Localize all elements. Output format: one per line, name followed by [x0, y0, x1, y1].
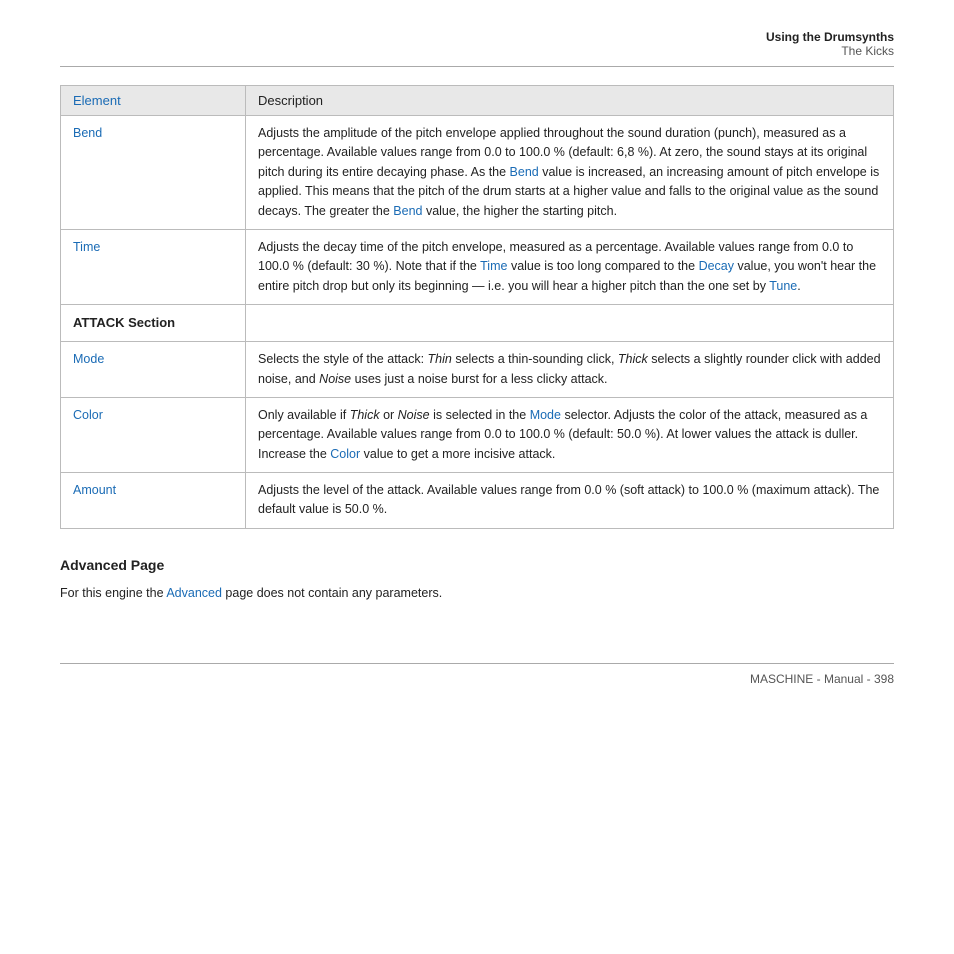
table-row: ColorOnly available if Thick or Noise is… [61, 397, 894, 472]
advanced-section-text: For this engine the Advanced page does n… [60, 583, 894, 603]
parameter-table: Element Description BendAdjusts the ampl… [60, 85, 894, 529]
description-cell: Adjusts the decay time of the pitch enve… [246, 229, 894, 304]
desc-italic-thick: Thick [618, 352, 648, 366]
description-cell: Only available if Thick or Noise is sele… [246, 397, 894, 472]
element-cell[interactable]: Time [61, 229, 246, 304]
description-cell: Adjusts the amplitude of the pitch envel… [246, 116, 894, 230]
advanced-link[interactable]: Advanced [166, 586, 222, 600]
desc-italic-noise: Noise [319, 372, 351, 386]
desc-link-color[interactable]: Color [330, 447, 360, 461]
advanced-section-title: Advanced Page [60, 557, 894, 573]
element-link[interactable]: Color [73, 408, 103, 422]
page-header: Using the Drumsynths The Kicks [60, 30, 894, 67]
desc-link-bend2[interactable]: Bend [393, 204, 422, 218]
col-header-description: Description [246, 86, 894, 116]
table-row: BendAdjusts the amplitude of the pitch e… [61, 116, 894, 230]
element-link[interactable]: Mode [73, 352, 104, 366]
element-link[interactable]: Time [73, 240, 100, 254]
desc-link-decay[interactable]: Decay [699, 259, 734, 273]
desc-link-mode[interactable]: Mode [530, 408, 561, 422]
desc-link-bend1[interactable]: Bend [510, 165, 539, 179]
table-row: Mode Selects the style of the attack: Thi… [61, 342, 894, 398]
page: Using the Drumsynths The Kicks Element D… [0, 0, 954, 726]
section-row: ATTACK Section [61, 305, 894, 342]
description-cell: Adjusts the level of the attack. Availab… [246, 473, 894, 529]
description-cell: Selects the style of the attack: Thin se… [246, 342, 894, 398]
element-cell[interactable]: Bend [61, 116, 246, 230]
desc-italic-noise2: Noise [398, 408, 430, 422]
element-cell[interactable]: Mode [61, 342, 246, 398]
main-content: Element Description BendAdjusts the ampl… [60, 85, 894, 603]
footer-text: MASCHINE - Manual - 398 [750, 672, 894, 686]
col-header-element: Element [61, 86, 246, 116]
section-label: ATTACK Section [61, 305, 246, 342]
desc-italic-thick2: Thick [350, 408, 380, 422]
advanced-text-before: For this engine the [60, 586, 166, 600]
element-cell[interactable]: Color [61, 397, 246, 472]
header-subtitle: The Kicks [60, 44, 894, 58]
desc-italic-thin: Thin [428, 352, 452, 366]
desc-link-tune[interactable]: Tune [769, 279, 797, 293]
page-footer: MASCHINE - Manual - 398 [60, 663, 894, 686]
table-row: TimeAdjusts the decay time of the pitch … [61, 229, 894, 304]
desc-link-time[interactable]: Time [480, 259, 507, 273]
table-row: Amount Adjusts the level of the attack. A… [61, 473, 894, 529]
element-link[interactable]: Amount [73, 483, 116, 497]
element-link[interactable]: Bend [73, 126, 102, 140]
advanced-text-after: page does not contain any parameters. [222, 586, 442, 600]
element-cell[interactable]: Amount [61, 473, 246, 529]
header-title: Using the Drumsynths [60, 30, 894, 44]
section-desc [246, 305, 894, 342]
